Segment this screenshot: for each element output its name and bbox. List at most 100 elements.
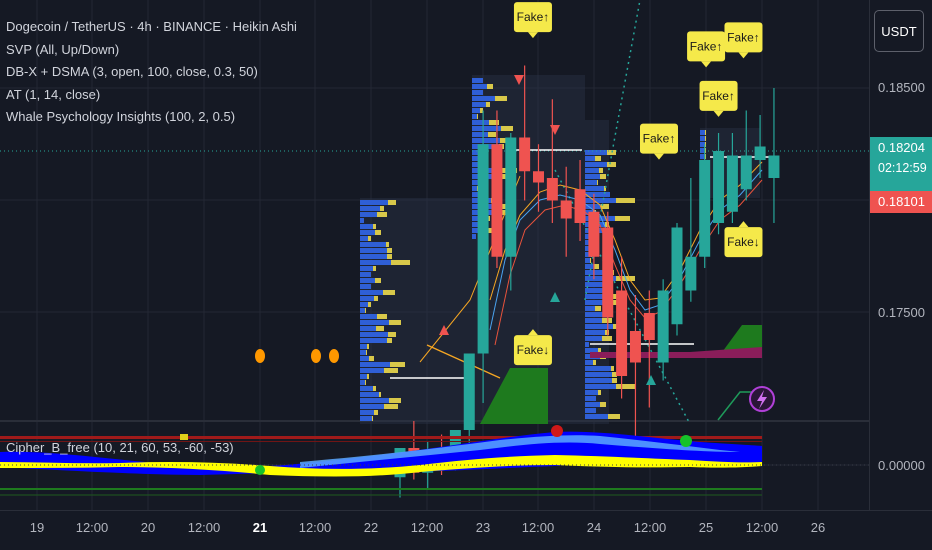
vp-bar bbox=[360, 248, 387, 253]
vp-bar-up bbox=[368, 302, 371, 307]
vp-bar-up bbox=[388, 200, 396, 205]
indicator-dbx[interactable]: DB-X + DSMA (3, open, 100, close, 0.3, 5… bbox=[6, 61, 297, 84]
vp-bar-up bbox=[379, 392, 381, 397]
vp-bar bbox=[360, 398, 389, 403]
fake-up-label: Fake↑ bbox=[687, 31, 726, 68]
indicator-whale[interactable]: Whale Psychology Insights (100, 2, 0.5) bbox=[6, 106, 297, 129]
vp-bar bbox=[585, 324, 613, 329]
vp-bar bbox=[472, 120, 489, 125]
vp-bar bbox=[585, 186, 604, 191]
vp-bar bbox=[360, 392, 379, 397]
fake-label-text: Fake↑ bbox=[690, 39, 723, 53]
time-tick: 12:00 bbox=[411, 520, 444, 535]
fake-label-text: Fake↓ bbox=[727, 235, 760, 249]
vp-bar bbox=[360, 302, 368, 307]
vp-bar-up bbox=[616, 198, 635, 203]
vp-bar-up bbox=[607, 162, 616, 167]
vp-bar bbox=[360, 350, 366, 355]
candle bbox=[643, 290, 655, 408]
indicator-svp[interactable]: SVP (All, Up/Down) bbox=[6, 39, 297, 62]
vp-bar bbox=[360, 356, 369, 361]
vp-bar-up bbox=[389, 320, 401, 325]
candle-body bbox=[754, 146, 766, 160]
vp-bar bbox=[472, 84, 487, 89]
vp-bar bbox=[472, 78, 483, 83]
vp-bar-up bbox=[390, 362, 405, 367]
vp-bar-up bbox=[372, 416, 373, 421]
vp-bar bbox=[360, 218, 364, 223]
vp-bar-up bbox=[602, 318, 612, 323]
vp-bar bbox=[585, 330, 605, 335]
vp-bar bbox=[585, 342, 589, 347]
osc-red-dot bbox=[551, 425, 563, 437]
vp-bar bbox=[360, 314, 377, 319]
vp-bar-up bbox=[380, 206, 384, 211]
vp-bar-up bbox=[597, 180, 598, 185]
vp-bar bbox=[360, 338, 387, 343]
vp-bar bbox=[360, 320, 389, 325]
fake-up-label: Fake↑ bbox=[724, 22, 763, 59]
vp-bar bbox=[585, 168, 599, 173]
vp-bar bbox=[585, 360, 593, 365]
fake-label-text: Fake↑ bbox=[702, 89, 735, 103]
vp-bar bbox=[472, 108, 480, 113]
bar-countdown: 02:12:59 bbox=[878, 161, 927, 175]
time-tick: 12:00 bbox=[299, 520, 332, 535]
cipher-oscillator bbox=[0, 425, 870, 496]
fake-label-text: Fake↑ bbox=[517, 10, 550, 24]
orange-dot bbox=[311, 349, 321, 363]
time-tick: 12:00 bbox=[634, 520, 667, 535]
vp-bar bbox=[360, 386, 373, 391]
indicator-at[interactable]: AT (1, 14, close) bbox=[6, 84, 297, 107]
candle bbox=[768, 88, 780, 223]
vp-bar bbox=[360, 230, 375, 235]
lightning-icon[interactable] bbox=[749, 386, 775, 412]
current-price-tag: 0.18204 02:12:59 bbox=[870, 137, 932, 191]
vp-bar-up bbox=[495, 96, 507, 101]
candle-body bbox=[602, 227, 614, 318]
orange-dot bbox=[329, 349, 339, 363]
vp-bar-up bbox=[600, 174, 606, 179]
vp-bar bbox=[472, 138, 500, 143]
vp-bar-up bbox=[376, 326, 384, 331]
price-tick: 0.18500 bbox=[878, 80, 925, 95]
vp-bar-up bbox=[389, 398, 401, 403]
vp-bar-up bbox=[605, 330, 609, 335]
chart-area[interactable]: Fake↑ Fake↑ Fake↑ Fake↑ Fake↑ Fake↓ Fake↓ 0.18… bbox=[0, 0, 932, 550]
vp-bar bbox=[585, 390, 598, 395]
vp-bar bbox=[360, 254, 387, 259]
time-axis[interactable]: 19 12:00 20 12:00 21 12:00 22 12:00 23 12:00 24 12:… bbox=[30, 520, 825, 535]
vp-bar bbox=[360, 266, 373, 271]
time-tick: 19 bbox=[30, 520, 44, 535]
oscillator-label[interactable]: Cipher_B_free (10, 21, 60, 53, -60, -53) bbox=[6, 440, 234, 455]
currency-button[interactable]: USDT bbox=[874, 10, 924, 52]
vp-bar bbox=[360, 278, 375, 283]
fake-down-label: Fake↓ bbox=[724, 221, 763, 258]
vp-bar-up bbox=[488, 132, 496, 137]
vp-bar bbox=[585, 174, 600, 179]
symbol-title[interactable]: Dogecoin / TetherUS · 4h · BINANCE · Hei… bbox=[6, 16, 297, 39]
vp-bar-up bbox=[598, 390, 601, 395]
vp-bar-up bbox=[383, 290, 395, 295]
vp-bar bbox=[472, 132, 488, 137]
candle-body bbox=[643, 313, 655, 340]
candle bbox=[657, 279, 669, 381]
vp-bar-up bbox=[608, 414, 620, 419]
candle-body bbox=[699, 160, 711, 257]
vp-bar-up bbox=[387, 338, 392, 343]
vp-bar bbox=[585, 318, 602, 323]
candle-body bbox=[713, 151, 725, 223]
vp-bar bbox=[585, 312, 604, 317]
vp-bar-up bbox=[374, 410, 378, 415]
vp-bar-up bbox=[595, 306, 601, 311]
candle-body bbox=[657, 290, 669, 363]
candle-body bbox=[560, 200, 572, 219]
vp-bar bbox=[360, 224, 373, 229]
vp-bar-up bbox=[373, 386, 376, 391]
vp-bar-up bbox=[501, 126, 513, 131]
vp-bar bbox=[360, 380, 365, 385]
vp-bar bbox=[585, 306, 595, 311]
fake-up-label: Fake↑ bbox=[699, 80, 738, 117]
vp-bar bbox=[585, 162, 607, 167]
vp-bar-up bbox=[373, 266, 376, 271]
